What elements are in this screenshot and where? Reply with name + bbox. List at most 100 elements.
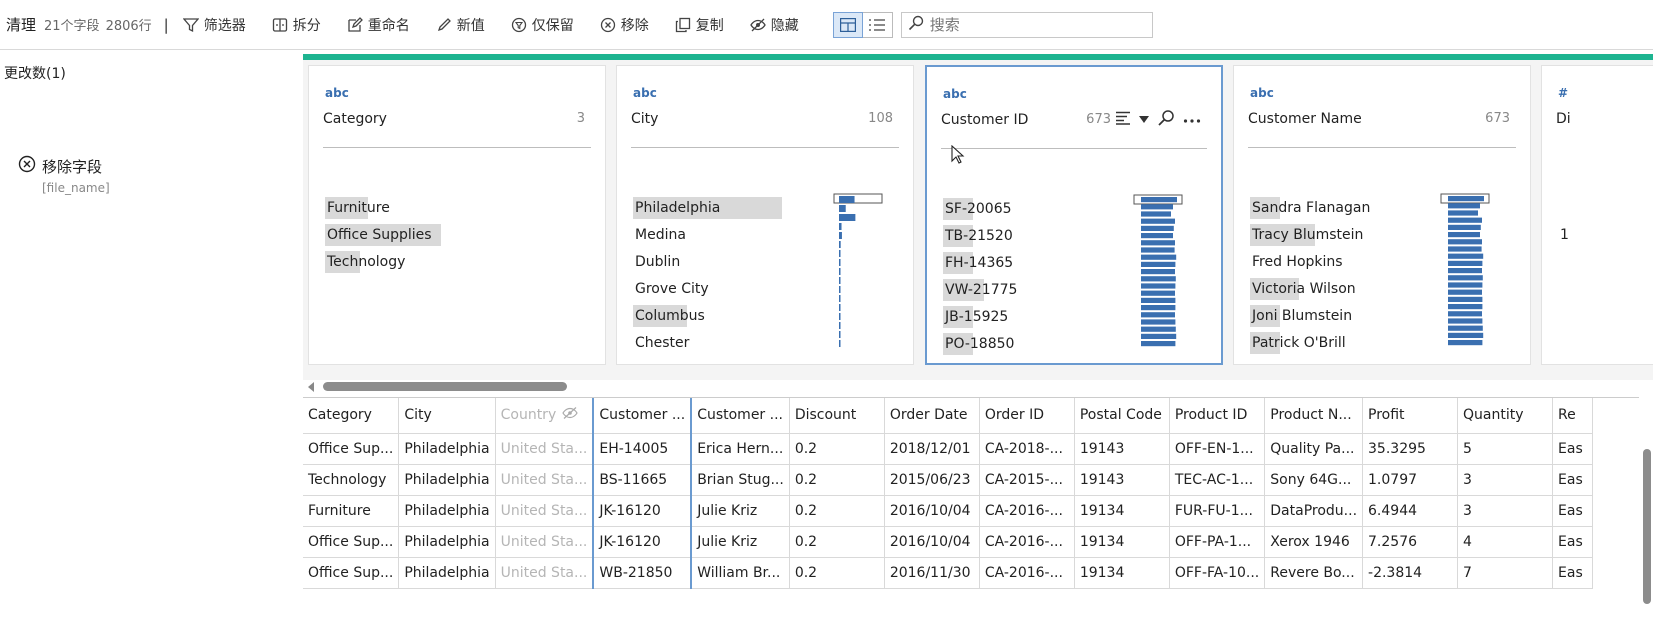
table-cell[interactable]: Julie Kriz [691, 495, 790, 527]
sort-icon[interactable] [1115, 111, 1131, 129]
table-cell[interactable]: 19143 [1074, 464, 1170, 496]
list-view-button[interactable] [862, 11, 893, 38]
table-cell[interactable]: 2015/06/23 [884, 464, 980, 496]
profile-card-customer-id[interactable]: abc Customer ID 673 SF-20065 TB-21520 FH-1… [925, 65, 1223, 365]
column-header[interactable]: Customer ... [592, 398, 693, 434]
table-cell[interactable]: 19143 [1074, 433, 1170, 465]
table-cell[interactable]: 1.0797 [1362, 464, 1459, 496]
profile-view-button[interactable] [832, 11, 863, 38]
column-header[interactable]: Postal Code [1074, 398, 1170, 434]
table-cell[interactable]: DataProdu... [1264, 495, 1364, 527]
table-row[interactable]: Office Sup... Philadelphia United Sta... EH… [303, 433, 1594, 465]
change-item-remove-field[interactable]: 移除字段 [file_name] [18, 155, 110, 195]
table-cell[interactable]: Philadelphia [398, 557, 496, 589]
field-name[interactable]: Customer ID [941, 112, 1028, 128]
table-row[interactable]: Technology Philadelphia United Sta... BS-11… [303, 464, 1594, 496]
table-cell[interactable]: OFF-EN-1... [1169, 433, 1266, 465]
string-type-icon[interactable]: abc [633, 86, 657, 100]
table-cell[interactable]: Eas [1552, 557, 1594, 589]
hide-button[interactable]: 隐藏 [749, 15, 799, 35]
table-cell[interactable]: United Sta... [495, 526, 594, 558]
column-header[interactable]: Product N... [1264, 398, 1364, 434]
table-cell[interactable]: Philadelphia [398, 464, 496, 496]
table-cell[interactable]: 3 [1457, 464, 1554, 496]
table-cell[interactable]: Eas [1552, 526, 1594, 558]
table-cell[interactable]: United Sta... [495, 433, 594, 465]
table-cell[interactable]: Office Sup... [303, 433, 400, 465]
table-cell[interactable]: Xerox 1946 [1264, 526, 1364, 558]
table-cell[interactable]: FUR-FU-1... [1169, 495, 1266, 527]
filter-button[interactable]: 筛选器 [182, 15, 246, 35]
table-cell[interactable]: 2016/10/04 [884, 526, 980, 558]
column-header[interactable]: Order Date [884, 398, 980, 434]
table-cell[interactable]: CA-2016-... [979, 495, 1075, 527]
table-cell[interactable]: 2016/10/04 [884, 495, 980, 527]
distribution-chart[interactable] [1440, 193, 1492, 353]
table-cell[interactable]: United Sta... [495, 557, 594, 589]
column-header[interactable]: Product ID [1169, 398, 1266, 434]
table-cell[interactable]: 19134 [1074, 526, 1170, 558]
table-cell[interactable]: 7.2576 [1362, 526, 1459, 558]
table-cell[interactable]: Eas [1552, 464, 1594, 496]
table-cell[interactable]: Philadelphia [398, 495, 496, 527]
rename-button[interactable]: 重命名 [347, 15, 410, 35]
table-cell[interactable]: William Br... [691, 557, 790, 589]
table-cell[interactable]: Technology [303, 464, 400, 496]
value-row[interactable]: Technology [325, 248, 595, 275]
scroll-thumb[interactable] [323, 382, 567, 391]
table-cell[interactable]: Furniture [303, 495, 400, 527]
string-type-icon[interactable]: abc [1250, 86, 1274, 100]
column-header[interactable]: Country [495, 398, 594, 434]
duplicate-button[interactable]: 复制 [675, 15, 724, 35]
field-name[interactable]: Di [1556, 111, 1571, 127]
field-name[interactable]: City [631, 111, 658, 127]
value-row[interactable] [1558, 194, 1653, 221]
table-cell[interactable]: Revere Bo... [1264, 557, 1364, 589]
table-cell[interactable]: Quality Pa... [1264, 433, 1364, 465]
table-cell[interactable]: 19134 [1074, 557, 1170, 589]
table-cell[interactable]: Julie Kriz [691, 526, 790, 558]
column-header[interactable]: City [398, 398, 496, 434]
table-cell[interactable]: Erica Hern... [691, 433, 790, 465]
table-cell[interactable]: Eas [1552, 495, 1594, 527]
table-cell[interactable]: 2016/11/30 [884, 557, 980, 589]
table-cell[interactable]: 0.2 [789, 526, 885, 558]
table-cell[interactable]: Office Sup... [303, 526, 400, 558]
table-cell[interactable]: EH-14005 [592, 433, 693, 465]
table-row[interactable]: Office Sup... Philadelphia United Sta... WB… [303, 557, 1594, 589]
search-input[interactable] [929, 15, 1130, 34]
remove-button[interactable]: 移除 [600, 15, 649, 35]
table-cell[interactable]: 7 [1457, 557, 1554, 589]
table-cell[interactable]: 3 [1457, 495, 1554, 527]
table-cell[interactable]: 2018/12/01 [884, 433, 980, 465]
column-header[interactable]: Quantity [1457, 398, 1554, 434]
table-cell[interactable]: OFF-FA-10... [1169, 557, 1266, 589]
table-row[interactable]: Furniture Philadelphia United Sta... JK-161… [303, 495, 1594, 527]
distribution-chart[interactable] [1133, 194, 1185, 354]
table-cell[interactable]: BS-11665 [592, 464, 693, 496]
string-type-icon[interactable]: abc [325, 86, 349, 100]
table-cell[interactable]: Sony 64G... [1264, 464, 1364, 496]
keep-only-button[interactable]: 仅保留 [511, 15, 574, 35]
column-header[interactable]: Discount [789, 398, 885, 434]
column-header[interactable]: Customer ... [691, 398, 790, 434]
table-cell[interactable]: Office Sup... [303, 557, 400, 589]
table-cell[interactable]: CA-2018-... [979, 433, 1075, 465]
grid-vertical-scrollbar[interactable] [1639, 397, 1653, 637]
table-cell[interactable]: 35.3295 [1362, 433, 1459, 465]
new-value-button[interactable]: 新值 [436, 15, 485, 35]
scroll-thumb[interactable] [1643, 449, 1651, 604]
field-name[interactable]: Category [323, 111, 387, 127]
distribution-chart[interactable] [833, 193, 885, 349]
value-row[interactable]: Furniture [325, 194, 595, 221]
column-header[interactable]: Profit [1362, 398, 1459, 434]
table-cell[interactable]: United Sta... [495, 464, 594, 496]
table-cell[interactable]: JK-16120 [592, 495, 693, 527]
table-cell[interactable]: 0.2 [789, 433, 885, 465]
table-cell[interactable]: 0.2 [789, 495, 885, 527]
value-row[interactable]: 1 [1558, 221, 1653, 248]
table-cell[interactable]: 0.2 [789, 557, 885, 589]
table-cell[interactable]: 5 [1457, 433, 1554, 465]
profile-card-customer-name[interactable]: abc Customer Name 673 Sandra Flanagan Tra… [1233, 65, 1531, 365]
split-button[interactable]: 拆分 [272, 15, 321, 35]
